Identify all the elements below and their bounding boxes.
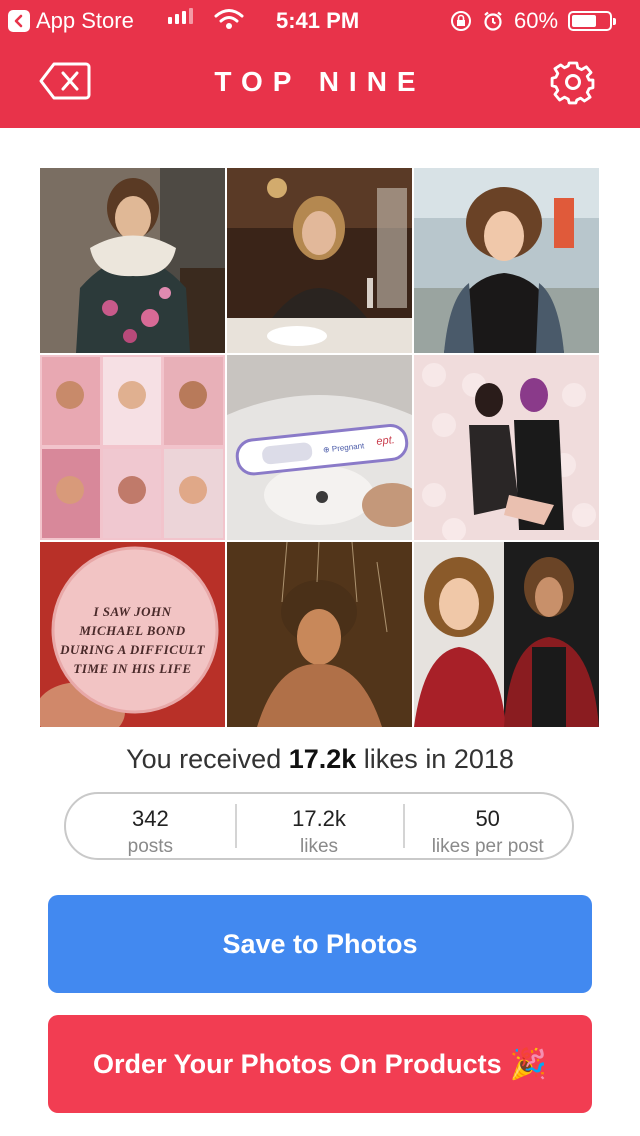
wifi-icon [214, 8, 244, 36]
back-chevron-icon [8, 10, 30, 32]
likes-count: 17.2k [288, 744, 357, 774]
page-title: TOP NINE [214, 66, 426, 97]
order-products-button[interactable]: Order Your Photos On Products 🎉 [48, 1015, 592, 1113]
couple-flower-wall-photo [414, 355, 599, 540]
stat-likes-per-post: 50 likes per post [403, 794, 572, 858]
status-right-icons: 60% [450, 8, 617, 34]
gear-icon [550, 61, 595, 105]
stat-likes: 17.2k likes [234, 794, 404, 858]
grid-photo-9[interactable] [414, 542, 599, 727]
grid-photo-4[interactable] [40, 355, 225, 540]
rotation-lock-icon [451, 11, 471, 31]
nav-bar: TOP NINE [0, 40, 640, 128]
grid-photo-8[interactable] [227, 542, 412, 727]
grid-photo-5[interactable]: ⊕ Pregnant ept. [227, 355, 412, 540]
svg-text:ept.: ept. [376, 434, 396, 448]
status-time: 5:41 PM [276, 8, 360, 33]
settings-button[interactable] [548, 58, 602, 106]
girl-in-lace-collar-dress-photo [40, 168, 225, 353]
save-to-photos-button[interactable]: Save to Photos [48, 895, 592, 993]
battery-icon [568, 11, 617, 31]
stats-pill: 342 posts 17.2k likes 50 likes per post [64, 792, 574, 860]
back-to-app-store[interactable]: App Store [8, 8, 134, 34]
battery-percent: 60% [514, 8, 559, 33]
selfie-with-wrestler-photo [414, 542, 599, 727]
woman-at-restaurant-table-photo [227, 168, 412, 353]
likes-summary: You received 17.2k likes in 2018 [126, 744, 514, 774]
grid-photo-7[interactable]: I SAW JOHN MICHAEL BOND DURING A DIFFICU… [40, 542, 225, 727]
pin-button-text: I SAW JOHN MICHAEL BOND DURING A DIFFICU… [60, 604, 205, 676]
photo-booth-collage-photo [40, 355, 225, 540]
pregnancy-test-photo: ⊕ Pregnant ept. [227, 355, 412, 540]
party-popper-icon: 🎉 [509, 1047, 547, 1081]
grid-photo-2[interactable] [227, 168, 412, 353]
grid-photo-1[interactable] [40, 168, 225, 353]
back-app-label: App Store [36, 8, 134, 33]
woman-with-tattoos-outdoors-photo [414, 168, 599, 353]
signal-icon [168, 8, 193, 24]
status-bar: App Store 5:41 PM 60% [0, 0, 640, 40]
grid-photo-3[interactable] [414, 168, 599, 353]
grid-photo-6[interactable] [414, 355, 599, 540]
shower-portrait-photo [227, 542, 412, 727]
alarm-icon [484, 11, 502, 31]
top-nine-grid: ⊕ Pregnant ept. I SAW JOHN MICHAEL BOND … [40, 168, 600, 727]
stat-posts: 342 posts [127, 806, 174, 857]
